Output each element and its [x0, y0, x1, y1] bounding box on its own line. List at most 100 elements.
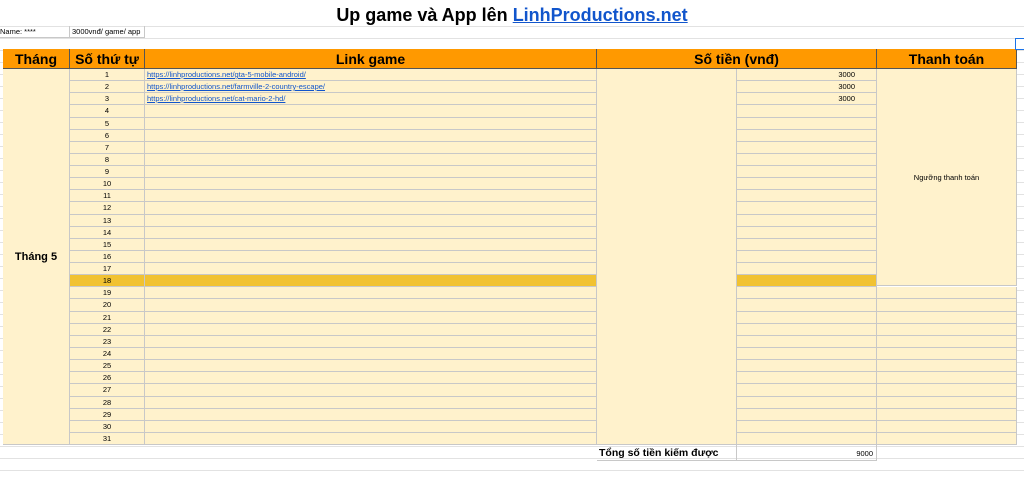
rate-cell[interactable]: 3000vnđ/ game/ app — [70, 26, 145, 38]
row-link[interactable] — [145, 178, 597, 190]
row-index[interactable]: 11 — [70, 190, 145, 202]
row-link[interactable] — [145, 190, 597, 202]
header-amount[interactable]: Số tiền (vnđ) — [597, 49, 877, 69]
row-index[interactable]: 8 — [70, 154, 145, 166]
row-index[interactable]: 4 — [70, 105, 145, 118]
row-amount[interactable] — [737, 130, 877, 142]
row-amount[interactable] — [737, 166, 877, 178]
row-link[interactable] — [145, 299, 597, 312]
row-amount[interactable] — [737, 287, 877, 299]
row-link[interactable] — [145, 239, 597, 251]
header-month[interactable]: Tháng — [3, 49, 70, 69]
row-index[interactable]: 9 — [70, 166, 145, 178]
row-link[interactable]: https://linhproductions.net/cat-mario-2-… — [145, 93, 597, 105]
row-index[interactable]: 2 — [70, 81, 145, 93]
row-amount[interactable] — [737, 118, 877, 130]
row-amount[interactable] — [737, 348, 877, 360]
row-payment[interactable] — [877, 397, 1017, 409]
row-amount[interactable] — [737, 202, 877, 215]
row-index[interactable]: 20 — [70, 299, 145, 312]
row-amount[interactable] — [737, 409, 877, 421]
row-amount[interactable] — [737, 275, 877, 287]
row-index[interactable]: 23 — [70, 336, 145, 348]
row-payment[interactable] — [877, 433, 1017, 445]
row-amount[interactable] — [737, 312, 877, 324]
row-link[interactable] — [145, 324, 597, 336]
row-amount[interactable] — [737, 384, 877, 397]
row-index[interactable]: 17 — [70, 263, 145, 275]
row-amount[interactable] — [737, 239, 877, 251]
row-payment[interactable] — [877, 287, 1017, 299]
row-amount[interactable] — [737, 154, 877, 166]
row-amount[interactable] — [737, 178, 877, 190]
row-link[interactable] — [145, 409, 597, 421]
row-payment[interactable] — [877, 299, 1017, 312]
header-index[interactable]: Số thứ tự — [70, 49, 145, 69]
row-link[interactable] — [145, 287, 597, 299]
row-link[interactable]: https://linhproductions.net/gta-5-mobile… — [145, 69, 597, 81]
row-index[interactable]: 7 — [70, 142, 145, 154]
row-index[interactable]: 12 — [70, 202, 145, 215]
row-index[interactable]: 3 — [70, 93, 145, 105]
row-link[interactable] — [145, 215, 597, 227]
row-payment[interactable] — [877, 372, 1017, 384]
row-link[interactable] — [145, 118, 597, 130]
row-payment[interactable] — [877, 409, 1017, 421]
row-link[interactable] — [145, 372, 597, 384]
row-link[interactable] — [145, 263, 597, 275]
row-link[interactable] — [145, 142, 597, 154]
row-payment[interactable] — [877, 348, 1017, 360]
total-label[interactable]: Tổng số tiền kiếm được — [597, 445, 737, 461]
row-amount[interactable]: 3000 — [737, 93, 877, 105]
row-amount[interactable] — [737, 360, 877, 372]
row-amount[interactable] — [737, 190, 877, 202]
row-index[interactable]: 27 — [70, 384, 145, 397]
row-link[interactable] — [145, 251, 597, 263]
row-index[interactable]: 21 — [70, 312, 145, 324]
row-link[interactable] — [145, 166, 597, 178]
row-amount[interactable]: 3000 — [737, 81, 877, 93]
row-link[interactable] — [145, 336, 597, 348]
row-index[interactable]: 24 — [70, 348, 145, 360]
row-amount[interactable] — [737, 215, 877, 227]
total-value[interactable]: 9000 — [737, 445, 877, 461]
month-cell[interactable]: Tháng 5 — [3, 69, 70, 445]
row-payment[interactable] — [877, 324, 1017, 336]
row-link[interactable] — [145, 105, 597, 118]
row-payment[interactable] — [877, 421, 1017, 433]
row-index[interactable]: 5 — [70, 118, 145, 130]
header-payment[interactable]: Thanh toán — [877, 49, 1017, 69]
row-payment[interactable] — [877, 384, 1017, 397]
row-amount[interactable] — [737, 324, 877, 336]
row-link[interactable] — [145, 360, 597, 372]
row-index[interactable]: 15 — [70, 239, 145, 251]
row-link[interactable] — [145, 154, 597, 166]
row-link[interactable] — [145, 421, 597, 433]
row-amount[interactable] — [737, 105, 877, 118]
amount-merged-cell[interactable] — [597, 69, 737, 445]
row-index[interactable]: 14 — [70, 227, 145, 239]
row-index[interactable]: 28 — [70, 397, 145, 409]
row-link[interactable] — [145, 433, 597, 445]
row-amount[interactable] — [737, 142, 877, 154]
name-cell[interactable]: Name: **** — [0, 26, 70, 38]
row-amount[interactable] — [737, 421, 877, 433]
row-link[interactable] — [145, 312, 597, 324]
row-index[interactable]: 31 — [70, 433, 145, 445]
row-index[interactable]: 16 — [70, 251, 145, 263]
sheet-title-link[interactable]: LinhProductions.net — [513, 5, 688, 25]
row-link[interactable]: https://linhproductions.net/farmville-2-… — [145, 81, 597, 93]
row-payment[interactable] — [877, 360, 1017, 372]
row-index[interactable]: 19 — [70, 287, 145, 299]
row-link[interactable] — [145, 275, 597, 287]
row-index[interactable]: 26 — [70, 372, 145, 384]
row-link[interactable] — [145, 348, 597, 360]
row-index[interactable]: 22 — [70, 324, 145, 336]
row-link[interactable] — [145, 202, 597, 215]
row-index[interactable]: 29 — [70, 409, 145, 421]
row-amount[interactable] — [737, 299, 877, 312]
row-amount[interactable] — [737, 227, 877, 239]
row-amount[interactable] — [737, 336, 877, 348]
row-index[interactable]: 25 — [70, 360, 145, 372]
payment-threshold-cell[interactable]: Ngưỡng thanh toán — [877, 69, 1017, 286]
